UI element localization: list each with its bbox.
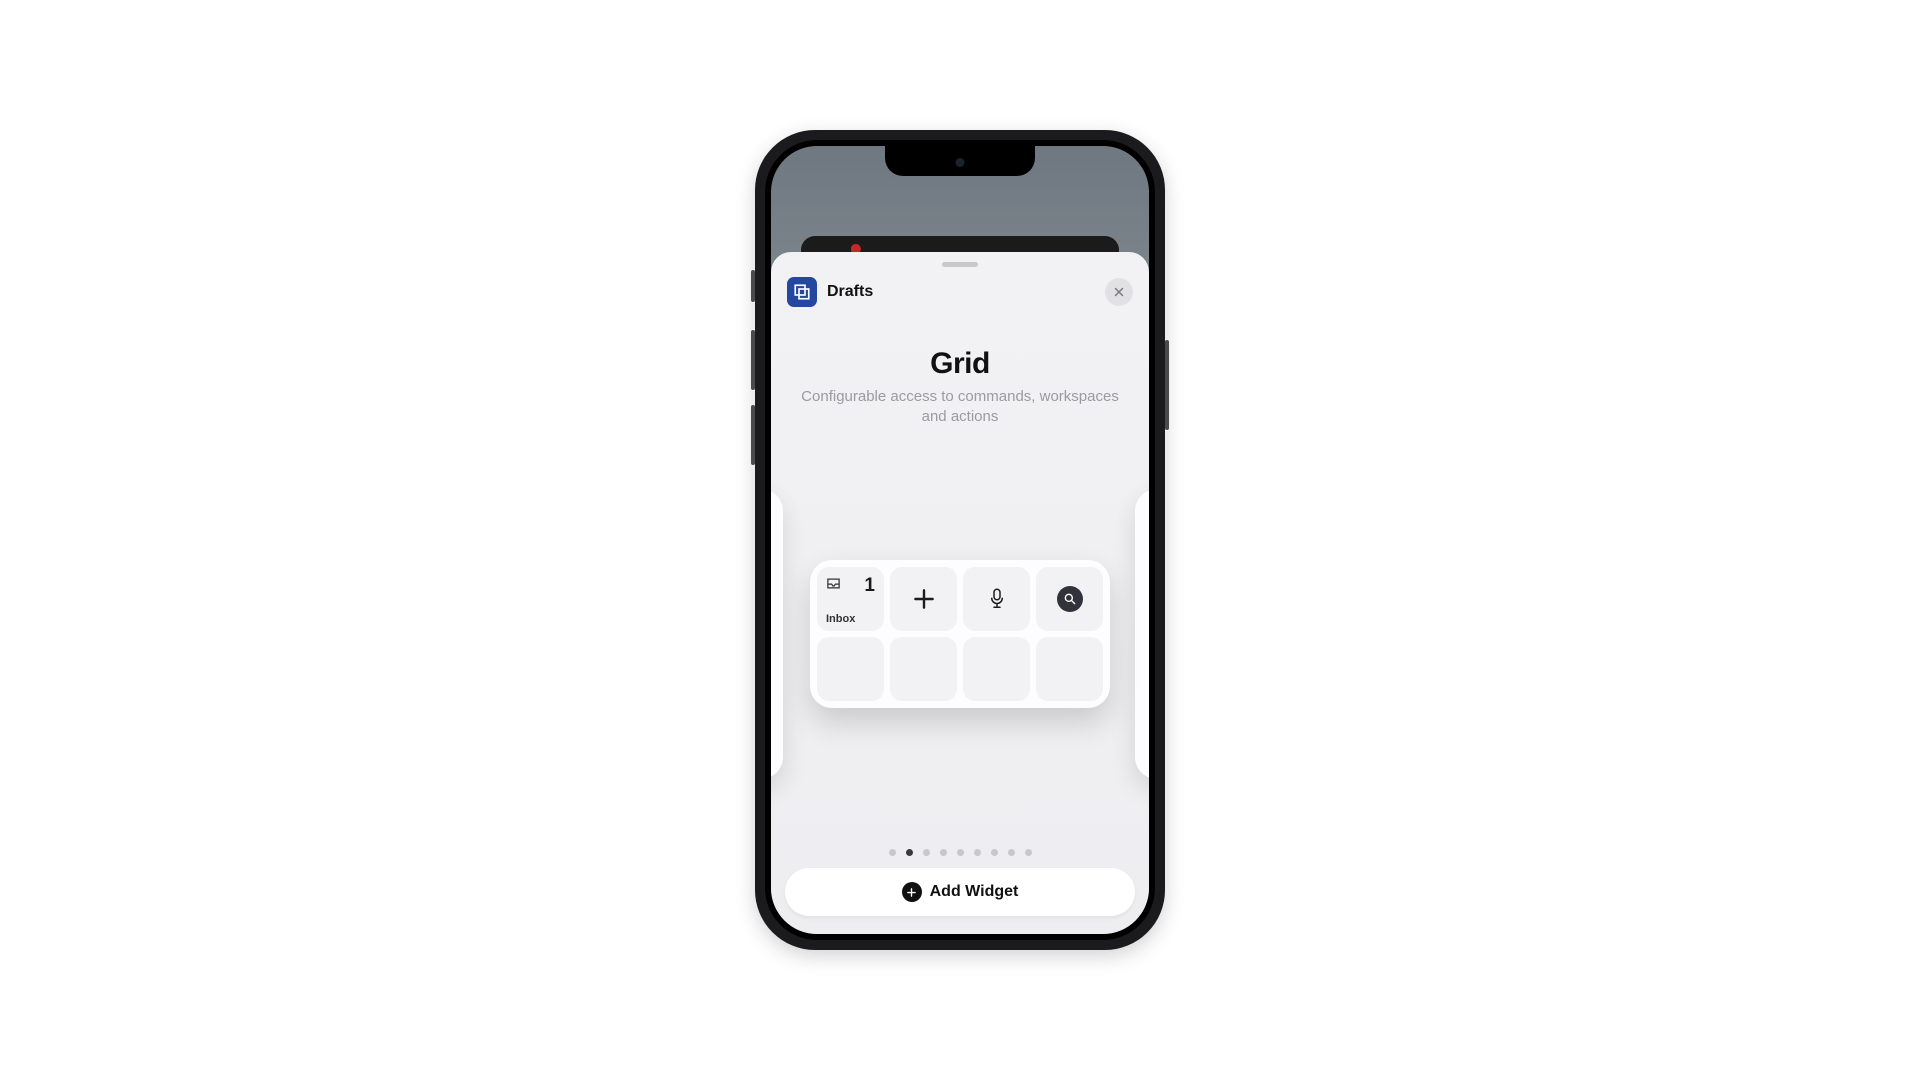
grid-cell-search[interactable] [1036,567,1103,631]
sheet-header: Drafts [771,271,1149,317]
inbox-tray-icon [1145,503,1149,519]
plus-circle-icon [902,882,922,902]
widget-carousel[interactable]: In 1 Inbox [771,428,1149,842]
grid-cell-inbox[interactable]: 1 Inbox [817,567,884,631]
grid-cell-empty[interactable] [1036,637,1103,701]
widget-gallery-sheet: Drafts Grid Configurable access to comma… [771,252,1149,934]
grid-widget-preview: 1 Inbox [810,560,1110,708]
iphone-frame: Drafts Grid Configurable access to comma… [755,130,1165,950]
phone-bezel: Drafts Grid Configurable access to comma… [765,140,1155,940]
grid-cell-empty[interactable] [817,637,884,701]
previous-widget-peek[interactable] [771,489,783,779]
page-dot[interactable] [991,849,998,856]
grid-cell-dictate[interactable] [963,567,1030,631]
sheet-grabber[interactable] [942,262,978,267]
page-dot[interactable] [906,849,913,856]
next-widget-peek[interactable]: In [1135,489,1149,779]
drafts-app-icon [787,277,817,307]
phone-side-button [751,330,755,390]
phone-side-button [1165,340,1169,430]
inbox-label: Inbox [826,613,875,625]
inbox-tray-icon [826,577,841,595]
close-button[interactable] [1105,278,1133,306]
close-icon [1113,286,1125,298]
add-widget-button[interactable]: Add Widget [785,868,1135,916]
grid-cell-new[interactable] [890,567,957,631]
next-widget-label: In [1145,537,1149,548]
phone-screen: Drafts Grid Configurable access to comma… [771,146,1149,934]
grid-cell-empty[interactable] [963,637,1030,701]
page-dot[interactable] [889,849,896,856]
widget-subtitle: Configurable access to commands, workspa… [801,387,1119,428]
page-dot[interactable] [1025,849,1032,856]
phone-notch [885,146,1035,176]
page-dot[interactable] [1008,849,1015,856]
plus-icon [911,586,937,612]
grid-cell-empty[interactable] [890,637,957,701]
page-dot[interactable] [940,849,947,856]
page-indicator[interactable] [771,841,1149,868]
widget-title: Grid [801,347,1119,381]
page-dot[interactable] [923,849,930,856]
page-dot[interactable] [974,849,981,856]
page-dot[interactable] [957,849,964,856]
add-widget-label: Add Widget [930,883,1019,901]
widget-title-block: Grid Configurable access to commands, wo… [771,317,1149,428]
phone-side-button [751,405,755,465]
inbox-count: 1 [864,575,875,597]
app-name-label: Drafts [827,283,873,301]
microphone-icon [988,587,1006,611]
search-icon [1057,586,1083,612]
phone-side-button [751,270,755,302]
